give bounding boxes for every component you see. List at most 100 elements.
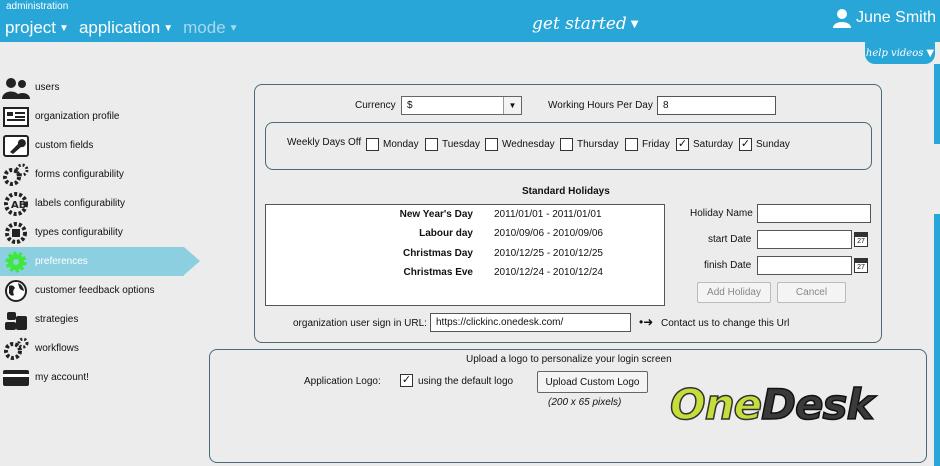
administration-link[interactable]: administration xyxy=(6,1,68,12)
holiday-name-input[interactable] xyxy=(757,204,871,223)
chevron-down-icon: ▼ xyxy=(503,97,521,114)
arrow-right-icon: •➜ xyxy=(639,315,654,329)
main-nav: project ▼ application ▼ mode ▼ xyxy=(5,18,239,38)
gears-icon xyxy=(2,163,30,187)
onedesk-logo: OneDesk xyxy=(669,379,875,430)
start-date-input[interactable] xyxy=(757,230,852,249)
sidebar-item-strategies[interactable]: strategies xyxy=(0,305,200,334)
holiday-name-label: Holiday Name xyxy=(690,208,753,219)
nav-application[interactable]: application ▼ xyxy=(79,18,173,38)
chevron-down-icon: ▼ xyxy=(163,22,174,34)
chevron-down-icon: ▼ xyxy=(630,18,639,30)
nav-mode[interactable]: mode ▼ xyxy=(183,18,238,38)
holiday-dates: 2010/12/25 - 2010/12/25 xyxy=(494,248,603,259)
preferences-panel: Currency $ ▼ Working Hours Per Day 8 Wee… xyxy=(254,84,882,343)
weekly-days-off-group: Weekly Days Off Monday Tuesday Wednesday… xyxy=(265,122,872,170)
help-videos-label: help videos xyxy=(865,47,924,59)
currency-select[interactable]: $ ▼ xyxy=(401,96,522,115)
default-logo-checkbox[interactable]: ✓ xyxy=(400,374,413,387)
holiday-name: New Year's Day xyxy=(399,209,473,220)
sidebar-item-preferences[interactable]: preferences xyxy=(0,247,200,276)
sign-in-url-input[interactable]: https://clickinc.onedesk.com/ xyxy=(430,313,631,332)
day-label-saturday: Saturday xyxy=(693,139,734,150)
application-logo-label: Application Logo: xyxy=(304,376,381,387)
sidebar-item-organization-profile[interactable]: organization profile xyxy=(0,102,200,131)
checkbox-tuesday[interactable] xyxy=(425,138,438,151)
help-videos-tab[interactable]: help videos ▼ xyxy=(865,42,935,64)
list-item[interactable]: Christmas Day 2010/12/25 - 2010/12/25 xyxy=(266,248,664,266)
coins-icon xyxy=(2,308,30,332)
currency-value: $ xyxy=(407,100,413,111)
working-hours-input[interactable]: 8 xyxy=(657,96,776,115)
calendar-icon xyxy=(2,105,30,129)
card-icon xyxy=(2,366,30,390)
sidebar-item-custom-fields[interactable]: custom fields xyxy=(0,131,200,160)
holiday-name: Christmas Day xyxy=(402,248,473,259)
weekly-days-off-label: Weekly Days Off xyxy=(287,137,362,148)
sidebar-item-label: users xyxy=(35,82,60,93)
get-started-label: get started xyxy=(532,14,627,34)
user-menu[interactable]: June Smith xyxy=(832,8,936,28)
finish-date-label: finish Date xyxy=(704,260,752,271)
sidebar-item-types-configurability[interactable]: types configurability xyxy=(0,218,200,247)
list-item[interactable]: Labour day 2010/09/06 - 2010/09/06 xyxy=(266,228,664,246)
list-item[interactable]: Christmas Eve 2010/12/24 - 2010/12/24 xyxy=(266,267,664,285)
nav-project[interactable]: project ▼ xyxy=(5,18,69,38)
day-label-friday: Friday xyxy=(642,139,670,150)
holidays-list[interactable]: New Year's Day 2011/01/01 - 2011/01/01 La… xyxy=(265,204,665,306)
user-name: June Smith xyxy=(856,9,937,26)
cancel-button[interactable]: Cancel xyxy=(777,282,846,303)
puzzle-gear-icon xyxy=(2,221,30,245)
gear-icon xyxy=(2,250,30,274)
get-started-menu[interactable]: get started ▼ xyxy=(532,14,638,34)
abc-gear-icon: AB xyxy=(2,191,30,216)
sidebar-item-my-account[interactable]: my account! xyxy=(0,363,200,392)
svg-text:AB: AB xyxy=(11,200,26,211)
upload-custom-logo-button[interactable]: Upload Custom Logo xyxy=(537,371,648,393)
checkbox-wednesday[interactable] xyxy=(485,138,498,151)
users-icon xyxy=(2,76,30,100)
wrench-icon xyxy=(2,134,30,158)
holiday-dates: 2011/01/01 - 2011/01/01 xyxy=(494,209,602,220)
logo-size-hint: (200 x 65 pixels) xyxy=(548,397,622,408)
list-item[interactable]: New Year's Day 2011/01/01 - 2011/01/01 xyxy=(266,209,664,227)
calendar-icon[interactable]: 27 xyxy=(854,232,868,247)
nav-application-label: application xyxy=(78,18,161,37)
sidebar-item-label: preferences xyxy=(35,256,88,267)
day-label-wednesday: Wednesday xyxy=(502,139,555,150)
checkbox-thursday[interactable] xyxy=(560,138,573,151)
logo-desk: Desk xyxy=(760,379,875,430)
checkbox-saturday[interactable]: ✓ xyxy=(676,138,689,151)
sidebar-item-label: types configurability xyxy=(35,227,123,238)
sidebar-item-label: my account! xyxy=(35,372,89,383)
sidebar-item-forms-configurability[interactable]: forms configurability xyxy=(0,160,200,189)
checkbox-sunday[interactable]: ✓ xyxy=(739,138,752,151)
calendar-icon[interactable]: 27 xyxy=(854,258,868,273)
sidebar-item-label: strategies xyxy=(35,314,79,325)
sidebar-item-customer-feedback-options[interactable]: customer feedback options xyxy=(0,276,200,305)
sidebar-item-labels-configurability[interactable]: AB labels configurability xyxy=(0,189,200,218)
sidebar-item-label: customer feedback options xyxy=(35,285,155,296)
nav-mode-label: mode xyxy=(183,18,226,37)
sidebar-item-users[interactable]: users xyxy=(0,73,200,102)
logo-panel-title: Upload a logo to personalize your login … xyxy=(466,354,672,365)
logo-one: One xyxy=(669,379,763,430)
add-holiday-button[interactable]: Add Holiday xyxy=(697,282,771,303)
sign-in-url-label: organization user sign in URL: xyxy=(293,318,427,329)
sidebar-item-label: labels configurability xyxy=(35,198,126,209)
day-label-monday: Monday xyxy=(383,139,419,150)
chevron-down-icon: ▼ xyxy=(926,47,935,59)
sidebar-item-workflows[interactable]: workflows xyxy=(0,334,200,363)
day-label-tuesday: Tuesday xyxy=(442,139,480,150)
holiday-dates: 2010/12/24 - 2010/12/24 xyxy=(494,267,603,278)
sidebar-item-label: forms configurability xyxy=(35,169,124,180)
logo-panel: Upload a logo to personalize your login … xyxy=(209,349,927,463)
day-label-thursday: Thursday xyxy=(577,139,619,150)
holiday-name: Christmas Eve xyxy=(403,267,473,278)
right-scroll-strip xyxy=(934,64,940,466)
finish-date-input[interactable] xyxy=(757,256,852,275)
standard-holidays-title: Standard Holidays xyxy=(522,186,610,197)
working-hours-label: Working Hours Per Day xyxy=(548,100,653,111)
checkbox-monday[interactable] xyxy=(366,138,379,151)
checkbox-friday[interactable] xyxy=(625,138,638,151)
